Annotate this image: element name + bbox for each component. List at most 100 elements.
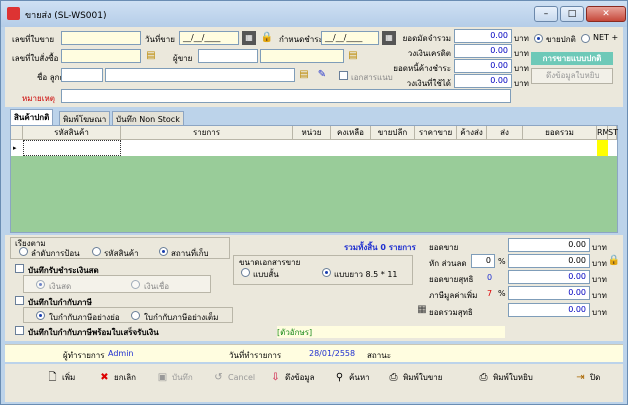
calculator-icon[interactable]: ▦ [415,303,429,317]
tax-full-radio[interactable] [131,311,140,320]
remaining-label: วงเงินที่ใช้ได้ [406,79,451,88]
folder-search-icon[interactable]: ▤ [297,68,311,82]
sale-net-label: NET + [593,33,619,42]
paper-long-label: แบบยาว 8.5 * 11 [334,270,398,279]
sale-normal-radio[interactable] [534,34,543,43]
date-label: วันที่ขาย [145,35,175,44]
creator-value: Admin [108,349,134,358]
new-button[interactable]: 🗋 เพิ่ม [46,369,75,387]
amount-in-words: [ตัวอักษร] [277,326,505,338]
table-row[interactable]: ▸ [11,140,617,156]
grid-header[interactable]: คงเหลือ [331,126,371,140]
sort-location-radio[interactable] [159,247,168,256]
seller-name-input[interactable] [260,49,344,63]
remark-label: หมายเหตุ [22,94,55,103]
tab-normal-goods[interactable]: สินค้าปกติ [10,109,54,126]
seller-label: ผู้ขาย [173,54,193,63]
grid-header[interactable]: รหัสสินค้า [23,126,121,140]
credit-limit-label: ยอดมัดจำรวม [402,34,451,43]
save-button[interactable]: ▣ บันทึก [156,369,193,387]
exit-door-icon: ⇥ [576,372,585,383]
discount-pct-input[interactable]: 0 [471,254,495,268]
folder-search-icon[interactable]: ▤ [346,49,360,63]
search-label: ค้นหา [349,373,370,382]
receipt-checkbox[interactable] [15,326,24,335]
cash-checkbox[interactable] [15,264,24,273]
cancel-button[interactable]: ↺ Cancel [212,369,255,387]
remark-input[interactable] [61,89,511,103]
sale-normal-label: ขายปกติ [546,35,576,44]
vat-pct: 7 [487,289,493,298]
lock-icon[interactable]: 🔒 [607,254,621,268]
printer-icon: ⎙ [389,372,398,383]
discount-label: หัก ส่วนลด [429,259,467,268]
tax-invoice-checkbox[interactable] [15,296,24,305]
pull-data-button[interactable]: ⇩ ดึงข้อมูล [269,369,315,387]
pull-pick-button[interactable]: ดึงข้อมูลใบหยิบ [531,68,613,84]
tab-non-stock[interactable]: บันทึก Non Stock [112,111,184,125]
due-input[interactable]: __/__/____ [321,31,379,45]
unit-baht: บาท [514,79,529,88]
sort-entry-radio[interactable] [19,247,28,256]
net-label: ยอดขายสุทธิ [429,275,474,284]
outstanding-value: 0.00 [454,59,512,73]
item-grid[interactable]: รหัสสินค้า รายการ หน่วย คงเหลือ ขายปลีก … [10,125,618,233]
tax-full-label: ใบกำกับภาษีอย่างเต็ม [144,313,219,322]
grand-label: ยอดรวมสุทธิ [429,308,473,317]
paper-short-radio[interactable] [241,268,250,277]
lock-icon[interactable]: 🔒 [260,31,274,45]
grid-cell[interactable] [597,140,608,156]
minimize-button[interactable]: – [534,6,558,22]
order-no-input[interactable] [61,49,141,63]
customer-code-input[interactable] [61,68,103,82]
sale-type-banner: การขายแบบปกติ [531,52,613,65]
outstanding-label: ยอดหนี้ค้างชำระ [393,64,451,73]
search-button[interactable]: ⚲ ค้นหา [333,369,370,387]
grid-header[interactable]: หน่วย [293,126,331,140]
unit-baht: บาท [514,64,529,73]
doc-no-input[interactable] [61,31,141,45]
sale-net-radio[interactable] [581,34,590,43]
customer-name-input[interactable] [105,68,295,82]
print-pick-button[interactable]: ⎙ พิมพ์ใบหยิบ [477,369,533,387]
grid-header[interactable]: ส่ง [487,126,523,140]
folder-search-icon[interactable]: ▤ [144,49,158,63]
edit-pen-icon[interactable]: ✎ [315,68,329,82]
grid-header[interactable]: ขายปลีก [371,126,415,140]
grid-header[interactable]: ST [608,126,618,140]
due-label: กำหนดชำระ [279,35,323,44]
sales-window: ขายส่ง (SL-WS001) – □ ✕ เลขที่ใบขาย วันท… [0,0,628,405]
grid-header[interactable]: ราคาขาย [415,126,457,140]
close-window-button[interactable]: ✕ [586,6,626,22]
maximize-button[interactable]: □ [560,6,584,22]
grid-header[interactable]: รายการ [121,126,293,140]
paper-long-radio[interactable] [322,268,331,277]
cancel-doc-button[interactable]: ✖ ยกเลิก [98,369,136,387]
pull-label: ดึงข้อมูล [285,373,315,382]
date-input[interactable]: __/__/____ [179,31,239,45]
credit-radio[interactable] [131,280,140,289]
grid-cell[interactable] [23,140,121,156]
grid-header[interactable]: ค้างส่ง [457,126,487,140]
save-label: บันทึก [172,373,193,382]
tab-print-ads[interactable]: พิมพ์โฆษณา [59,111,111,125]
tax-short-radio[interactable] [36,311,45,320]
print-sale-button[interactable]: ⎙ พิมพ์ใบขาย [387,369,443,387]
calendar-icon[interactable]: ▦ [242,31,256,45]
grid-header[interactable]: ยอดรวม [523,126,597,140]
sales-label: ยอดขาย [429,243,459,252]
sort-code-radio[interactable] [92,247,101,256]
unit-baht: บาท [592,275,607,284]
discount-value[interactable]: 0.00 [508,254,590,268]
cash-radio[interactable] [36,280,45,289]
title-bar: ขายส่ง (SL-WS001) – □ ✕ [1,1,627,27]
unit-baht: บาท [514,49,529,58]
vat-label: ภาษีมูลค่าเพิ่ม [429,291,478,300]
close-button[interactable]: ⇥ ปิด [574,369,600,387]
attachment-checkbox[interactable] [339,71,348,80]
app-icon [7,7,20,20]
grid-header[interactable]: RM [597,126,609,140]
close-label: ปิด [590,373,601,382]
seller-code-input[interactable] [198,49,258,63]
printer-icon: ⎙ [479,372,488,383]
